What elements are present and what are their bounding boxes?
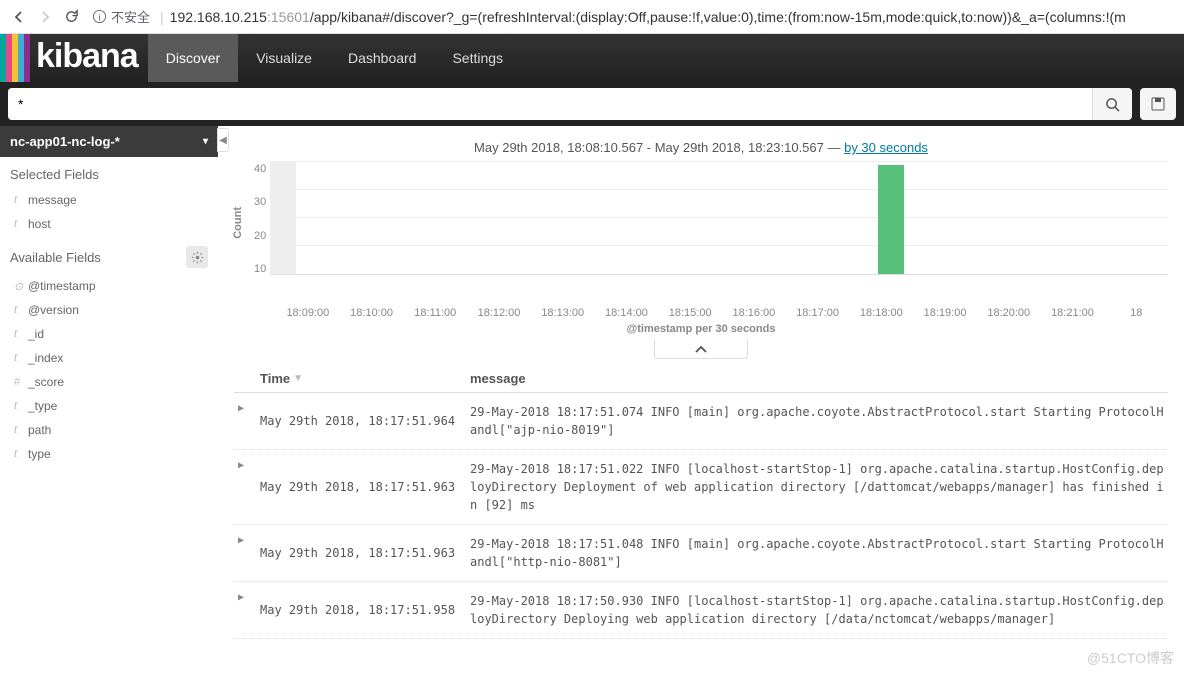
save-search-button[interactable]	[1140, 88, 1176, 120]
expand-row-button[interactable]: ▶	[234, 592, 260, 628]
field-settings-button[interactable]	[186, 246, 208, 268]
field-label: type	[28, 447, 51, 461]
field-@timestamp[interactable]: ⊙@timestamp	[0, 274, 218, 298]
available-fields-header: Available Fields	[0, 236, 218, 274]
field-_id[interactable]: t_id	[0, 322, 218, 346]
field-label: host	[28, 217, 51, 231]
search-button[interactable]	[1092, 88, 1132, 120]
svg-text:i: i	[98, 12, 100, 22]
expand-row-button[interactable]: ▶	[234, 460, 260, 514]
back-button[interactable]	[6, 4, 32, 30]
field-type-icon: t	[14, 400, 28, 412]
cell-message: 29-May-2018 18:17:51.048 INFO [main] org…	[470, 535, 1168, 571]
field-label: _index	[28, 351, 63, 365]
field-host[interactable]: thost	[0, 212, 218, 236]
kibana-logo[interactable]: kibana	[0, 34, 148, 82]
reload-button[interactable]	[58, 4, 84, 30]
watermark: @51CTO博客	[1087, 648, 1174, 668]
x-axis-ticks: 18:09:0018:10:0018:11:0018:12:0018:13:00…	[218, 307, 1184, 319]
save-icon	[1150, 96, 1166, 112]
content-area: ◀ May 29th 2018, 18:08:10.567 - May 29th…	[218, 126, 1184, 639]
field-type-icon: t	[14, 328, 28, 340]
field-label: @version	[28, 303, 79, 317]
time-range-header: May 29th 2018, 18:08:10.567 - May 29th 2…	[218, 126, 1184, 163]
table-row: ▶May 29th 2018, 18:17:51.95829-May-2018 …	[234, 582, 1168, 639]
field-type-icon: t	[14, 424, 28, 436]
search-input[interactable]	[8, 88, 1092, 120]
sort-desc-icon: ▼	[293, 373, 303, 384]
x-axis-label: @timestamp per 30 seconds	[218, 323, 1184, 335]
selected-fields-header: Selected Fields	[0, 157, 218, 188]
field-label: message	[28, 193, 77, 207]
cell-message: 29-May-2018 18:17:51.022 INFO [localhost…	[470, 460, 1168, 514]
nav-tab-settings[interactable]: Settings	[434, 34, 521, 82]
expand-row-button[interactable]: ▶	[234, 535, 260, 571]
nav-tab-visualize[interactable]: Visualize	[238, 34, 330, 82]
info-icon: i	[92, 9, 107, 24]
cell-message: 29-May-2018 18:17:51.074 INFO [main] org…	[470, 403, 1168, 439]
cell-time: May 29th 2018, 18:17:51.963	[260, 460, 470, 514]
column-header-time[interactable]: Time ▼	[260, 371, 470, 386]
y-axis-ticks: 40302010	[254, 163, 270, 275]
table-row: ▶May 29th 2018, 18:17:51.96329-May-2018 …	[234, 450, 1168, 525]
gear-icon	[191, 251, 204, 264]
field-message[interactable]: tmessage	[0, 188, 218, 212]
url-bar[interactable]: i 不安全 | 192.168.10.215:15601/app/kibana#…	[92, 4, 1178, 30]
collapse-sidebar-button[interactable]: ◀	[217, 128, 229, 152]
index-pattern-selector[interactable]: nc-app01-nc-log-* ▾	[0, 126, 218, 157]
field-_index[interactable]: t_index	[0, 346, 218, 370]
chevron-down-icon: ▾	[203, 136, 208, 147]
y-axis-label: Count	[232, 207, 244, 239]
field-type-icon: t	[14, 194, 28, 206]
histogram-chart[interactable]: Count 40302010	[218, 163, 1184, 303]
chevron-up-icon	[695, 345, 707, 353]
top-nav: kibana DiscoverVisualizeDashboardSetting…	[0, 34, 1184, 82]
cell-message: 29-May-2018 18:17:50.930 INFO [localhost…	[470, 592, 1168, 628]
field-type-icon: t	[14, 304, 28, 316]
field-type-icon: t	[14, 448, 28, 460]
column-header-message[interactable]: message	[470, 371, 1168, 386]
cell-time: May 29th 2018, 18:17:51.958	[260, 592, 470, 628]
search-icon	[1105, 97, 1120, 112]
field-type-icon: t	[14, 218, 28, 230]
field-label: _score	[28, 375, 64, 389]
results-table: Time ▼ message ▶May 29th 2018, 18:17:51.…	[218, 363, 1184, 639]
nav-tab-discover[interactable]: Discover	[148, 34, 238, 82]
field-path[interactable]: tpath	[0, 418, 218, 442]
sidebar: nc-app01-nc-log-* ▾ Selected Fields tmes…	[0, 126, 218, 639]
table-row: ▶May 29th 2018, 18:17:51.96329-May-2018 …	[234, 525, 1168, 582]
index-pattern-label: nc-app01-nc-log-*	[10, 134, 120, 149]
field-type-icon: ⊙	[14, 280, 28, 293]
interval-link[interactable]: by 30 seconds	[844, 140, 928, 155]
field-type[interactable]: ttype	[0, 442, 218, 466]
field-label: path	[28, 423, 51, 437]
field-type-icon: #	[14, 376, 28, 388]
insecure-label: 不安全	[111, 7, 150, 26]
histogram-bar[interactable]	[878, 165, 904, 274]
cell-time: May 29th 2018, 18:17:51.964	[260, 403, 470, 439]
histogram-bar-ghost	[270, 162, 296, 274]
field-_score[interactable]: #_score	[0, 370, 218, 394]
cell-time: May 29th 2018, 18:17:51.963	[260, 535, 470, 571]
nav-tab-dashboard[interactable]: Dashboard	[330, 34, 435, 82]
field-type-icon: t	[14, 352, 28, 364]
field-label: _type	[28, 399, 57, 413]
field-_type[interactable]: t_type	[0, 394, 218, 418]
forward-button[interactable]	[32, 4, 58, 30]
expand-row-button[interactable]: ▶	[234, 403, 260, 439]
plot-area[interactable]	[270, 163, 1168, 275]
search-bar	[0, 82, 1184, 126]
browser-chrome: i 不安全 | 192.168.10.215:15601/app/kibana#…	[0, 0, 1184, 34]
collapse-chart-button[interactable]	[654, 339, 748, 359]
field-@version[interactable]: t@version	[0, 298, 218, 322]
field-label: @timestamp	[28, 279, 96, 293]
table-row: ▶May 29th 2018, 18:17:51.96429-May-2018 …	[234, 393, 1168, 450]
field-label: _id	[28, 327, 44, 341]
